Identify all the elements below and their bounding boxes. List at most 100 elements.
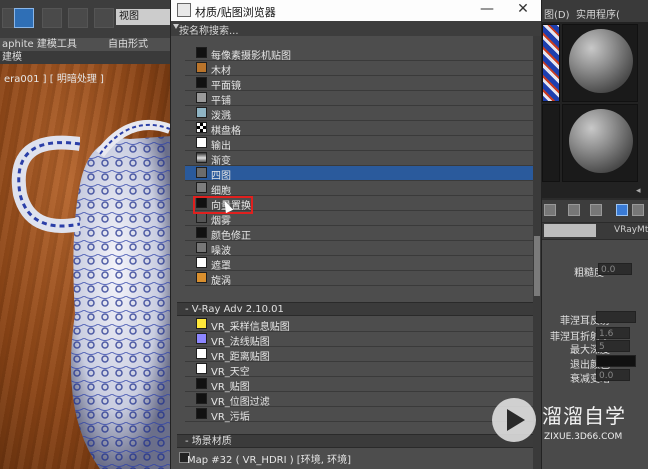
ribbon-sublabel: 建模 bbox=[0, 51, 172, 64]
select-region-icon[interactable] bbox=[14, 8, 34, 28]
map-swatch-icon bbox=[196, 107, 207, 118]
show-map-icon[interactable] bbox=[616, 204, 628, 216]
toolbar-icon-c[interactable] bbox=[632, 204, 644, 216]
search-bar[interactable]: 按名称搜索... bbox=[171, 21, 541, 37]
ribbon-tabs: aphite 建模工具 自由形式 bbox=[0, 38, 172, 51]
material-type-button[interactable]: VRayMtl bbox=[614, 225, 648, 235]
slot-scroll-icon[interactable]: ◂ bbox=[636, 186, 641, 196]
param-field[interactable]: 1.6 bbox=[596, 327, 630, 339]
map-list-item[interactable]: 细胞 bbox=[185, 181, 533, 197]
map-list-item[interactable]: 输出 bbox=[185, 136, 533, 152]
map-item-label: 平面镜 bbox=[211, 81, 241, 92]
viewport-dropdown[interactable]: 视图 bbox=[116, 9, 170, 25]
modeling-sublabel: 建模 bbox=[2, 52, 22, 63]
map-list-item[interactable]: VR_法线贴图 bbox=[185, 332, 533, 348]
minimize-icon[interactable]: — bbox=[477, 1, 497, 19]
sample-slot-4[interactable] bbox=[562, 104, 638, 182]
map-list-item[interactable]: 四图 bbox=[185, 166, 533, 182]
right-menubar: 图(D) 实用程序( bbox=[542, 0, 648, 22]
map-item-label: VR_天空 bbox=[211, 367, 250, 378]
map-swatch-icon bbox=[196, 167, 207, 178]
group-label-vray: - V-Ray Adv 2.10.01 bbox=[185, 304, 284, 315]
tab-freeform[interactable]: 自由形式 bbox=[108, 38, 148, 51]
map-list-item[interactable]: VR_采样信息贴图 bbox=[185, 317, 533, 333]
map-list-item[interactable]: 棋盘格 bbox=[185, 121, 533, 137]
toolbar-icon-b[interactable] bbox=[568, 204, 580, 216]
map-list-item[interactable]: 泼溅 bbox=[185, 106, 533, 122]
map-list-item[interactable]: 渐变 bbox=[185, 151, 533, 167]
map-item-label: 泼溅 bbox=[211, 111, 231, 122]
sample-slot-2[interactable] bbox=[562, 24, 638, 102]
tab-modeling[interactable]: aphite 建模工具 bbox=[2, 38, 77, 51]
scrollbar-thumb[interactable] bbox=[534, 236, 540, 296]
map-swatch-icon bbox=[196, 47, 207, 58]
param-field[interactable]: 0.0 bbox=[598, 263, 632, 275]
sample-slot-3[interactable] bbox=[542, 104, 560, 182]
toolbar-icon-a[interactable] bbox=[544, 204, 556, 216]
search-input[interactable]: 按名称搜索... bbox=[179, 22, 239, 37]
map-list-item[interactable]: VR_贴图 bbox=[185, 377, 533, 393]
map-list-item[interactable]: VR_污垢 bbox=[185, 407, 533, 423]
map-item-label: VR_位图过滤 bbox=[211, 397, 270, 408]
map-list-item[interactable]: 旋涡 bbox=[185, 271, 533, 287]
map-item-label: VR_距离贴图 bbox=[211, 352, 270, 363]
viewport[interactable]: era001 ] [ 明暗处理 ] bbox=[0, 64, 172, 469]
viewport-caption[interactable]: era001 ] [ 明暗处理 ] bbox=[4, 70, 104, 85]
map-list-item[interactable]: 平铺 bbox=[185, 91, 533, 107]
map-item-label: 颜色修正 bbox=[211, 231, 251, 242]
scene-material-item[interactable]: Map #32 ( VR_HDRI ) [环境, 环境] bbox=[177, 451, 533, 466]
teapot-render bbox=[70, 119, 172, 469]
map-item-label: 棋盘格 bbox=[211, 126, 241, 137]
map-item-label: VR_污垢 bbox=[211, 412, 250, 423]
rotate-icon[interactable] bbox=[68, 8, 88, 28]
map-list-item[interactable]: 每像素摄影机贴图 bbox=[185, 46, 533, 62]
map-list-item[interactable]: VR_天空 bbox=[185, 362, 533, 378]
sample-slot-1[interactable] bbox=[542, 24, 560, 102]
scale-icon[interactable] bbox=[94, 8, 114, 28]
material-name-field[interactable] bbox=[544, 224, 596, 237]
param-field[interactable] bbox=[596, 355, 636, 367]
param-field[interactable]: 5 bbox=[596, 340, 630, 352]
param-field[interactable]: 0.0 bbox=[596, 369, 630, 381]
group-label-scene: - 场景材质 bbox=[185, 436, 232, 447]
map-item-label: VR_法线贴图 bbox=[211, 337, 270, 348]
map-list-item[interactable]: 噪波 bbox=[185, 241, 533, 257]
map-item-label: 渐变 bbox=[211, 156, 231, 167]
param-field[interactable] bbox=[596, 311, 636, 323]
material-type-row: VRayMtl bbox=[542, 223, 648, 239]
group-header-scene[interactable]: - 场景材质 bbox=[177, 434, 533, 448]
map-swatch-icon bbox=[196, 408, 207, 419]
dialog-title: 材质/贴图浏览器 bbox=[195, 6, 276, 19]
map-item-label: VR_采样信息贴图 bbox=[211, 322, 290, 333]
close-icon[interactable]: ✕ bbox=[513, 1, 533, 19]
map-list-item[interactable]: VR_距离贴图 bbox=[185, 347, 533, 363]
map-swatch-icon bbox=[196, 152, 207, 163]
app-icon bbox=[177, 3, 191, 17]
checker-icon[interactable] bbox=[590, 204, 602, 216]
material-sample-slots: ◂ bbox=[542, 22, 648, 198]
move-icon[interactable] bbox=[42, 8, 62, 28]
map-item-label: 噪波 bbox=[211, 246, 231, 257]
map-swatch-icon bbox=[196, 182, 207, 193]
map-swatch-icon bbox=[196, 257, 207, 268]
map-list-item[interactable]: 颜色修正 bbox=[185, 226, 533, 242]
map-swatch-icon bbox=[196, 272, 207, 283]
watermark-brand: 溜溜自学 bbox=[542, 404, 626, 428]
menu-item-utilities[interactable]: 实用程序( bbox=[576, 6, 620, 21]
map-swatch-icon bbox=[196, 378, 207, 389]
group-header-vray[interactable]: - V-Ray Adv 2.10.01 bbox=[177, 302, 533, 316]
map-item-label: VR_贴图 bbox=[211, 382, 250, 393]
map-swatch-icon bbox=[196, 318, 207, 329]
map-list-item[interactable]: 遮罩 bbox=[185, 256, 533, 272]
menu-item-view[interactable]: 图(D) bbox=[544, 6, 570, 21]
map-item-label: 木材 bbox=[211, 66, 231, 77]
map-list-item[interactable]: 平面镜 bbox=[185, 76, 533, 92]
material-map-browser: 材质/贴图浏览器 — ✕ 按名称搜索... 每像素摄影机贴图木材平面镜 平铺泼溅棋… bbox=[170, 0, 542, 469]
map-list-item[interactable]: VR_位图过滤 bbox=[185, 392, 533, 408]
dialog-titlebar[interactable]: 材质/贴图浏览器 — ✕ bbox=[171, 0, 541, 21]
map-item-label: 四图 bbox=[211, 171, 231, 182]
map-list-item[interactable]: 木材 bbox=[185, 61, 533, 77]
play-icon bbox=[507, 409, 525, 431]
map-item-label: 输出 bbox=[211, 141, 231, 152]
map-swatch-icon bbox=[196, 137, 207, 148]
